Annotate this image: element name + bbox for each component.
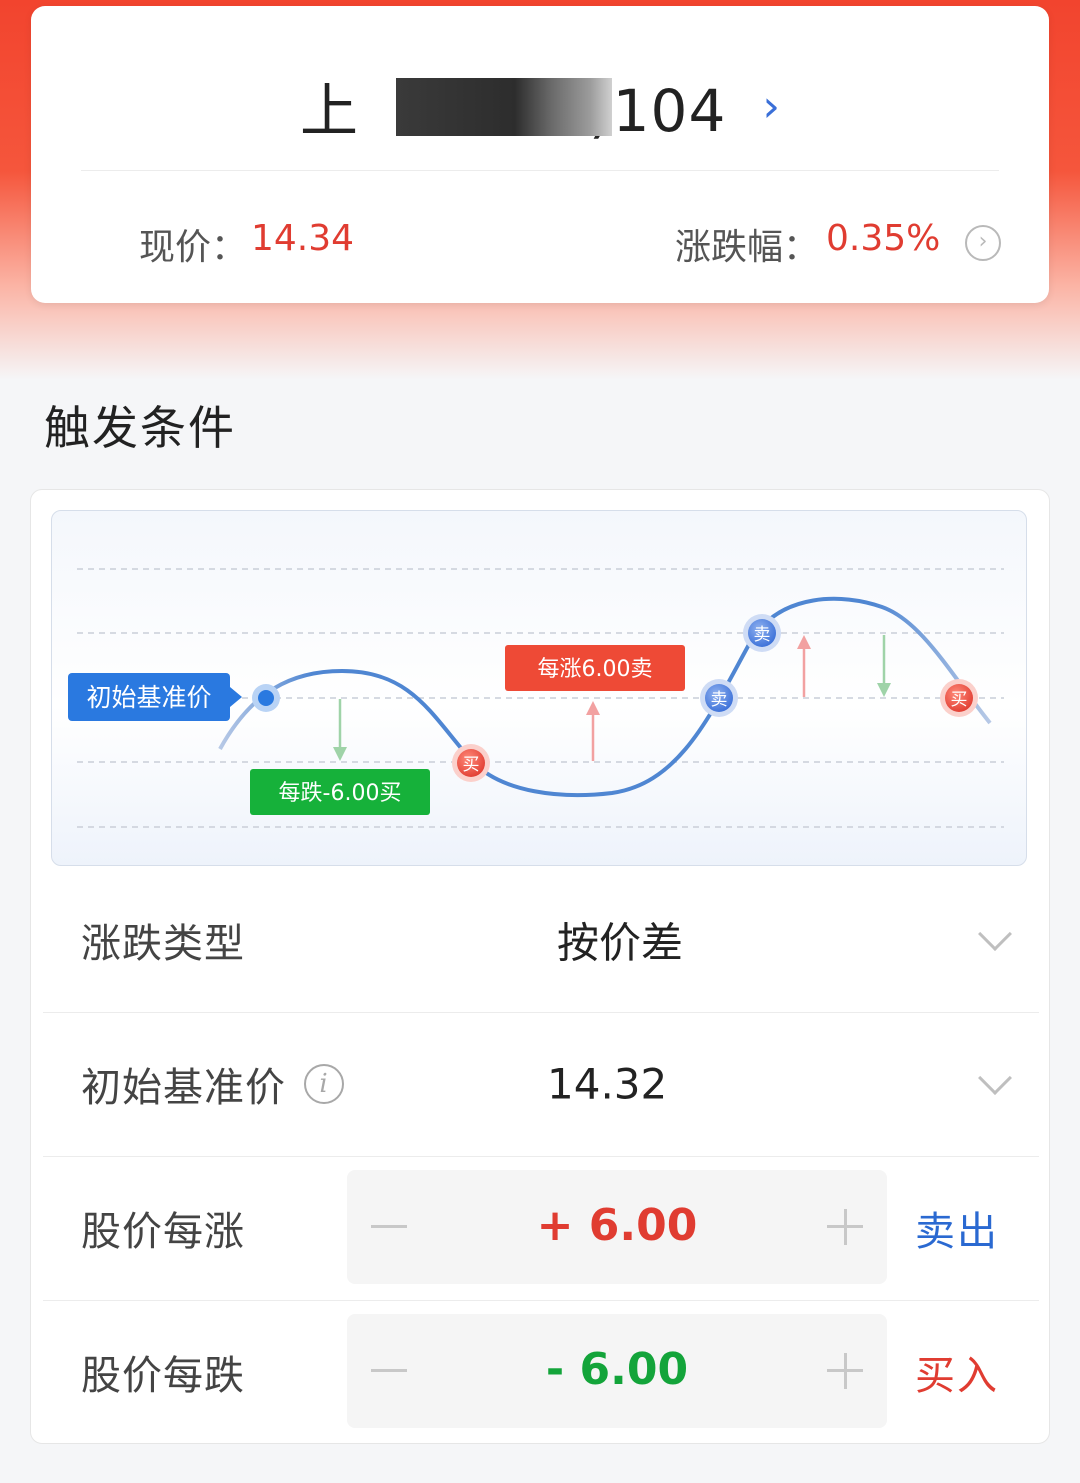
- base-price-row[interactable]: 初始基准价 i 14.32: [31, 1012, 1049, 1156]
- fall-arrow-head: [333, 747, 347, 761]
- rise-step-value[interactable]: + 6.00: [347, 1200, 887, 1251]
- fall-label-text: 每跌-6.00买: [279, 781, 402, 806]
- base-label-text: 初始基准价: [86, 683, 211, 712]
- grid-trading-diagram: 初始基准价 每涨6.00卖 每跌-6.00买 买 卖 卖 买: [51, 510, 1027, 866]
- price-row: 现价： 14.34 涨跌幅： 0.35% ›: [139, 218, 1009, 272]
- rise-arrow-head: [797, 635, 811, 649]
- base-price-label: 初始基准价: [81, 1065, 286, 1111]
- chevron-down-icon[interactable]: [978, 1061, 1012, 1095]
- current-price-value: 14.34: [251, 218, 355, 259]
- current-price-label: 现价：: [139, 227, 248, 268]
- chevron-right-icon[interactable]: ›: [762, 81, 780, 132]
- rise-step-stepper[interactable]: + 6.00: [347, 1170, 887, 1284]
- price-curve: [218, 596, 992, 798]
- stock-card[interactable]: 上)104 › 现价： 14.34 涨跌幅： 0.35% ›: [31, 6, 1049, 303]
- rise-arrow-head: [586, 701, 600, 715]
- base-label-pointer: [230, 687, 242, 707]
- info-icon[interactable]: i: [304, 1064, 344, 1104]
- plus-icon-stem[interactable]: [844, 1209, 847, 1245]
- base-point: [258, 690, 274, 706]
- plus-icon-stem[interactable]: [844, 1353, 847, 1389]
- change-label: 涨跌幅：: [675, 227, 820, 268]
- stock-name-row[interactable]: 上)104 ›: [31, 66, 1049, 146]
- circle-chevron-right-icon[interactable]: ›: [965, 225, 1001, 261]
- section-title: 触发条件: [44, 401, 236, 455]
- buy-marker-text: 买: [951, 690, 968, 710]
- change-type-value[interactable]: 按价差: [557, 910, 683, 971]
- sell-marker-text: 卖: [754, 625, 771, 645]
- diagram-svg: 初始基准价 每涨6.00卖 每跌-6.00买 买 卖 卖 买: [68, 568, 1004, 828]
- chevron-down-icon[interactable]: [978, 917, 1012, 951]
- fall-step-row: 股价每跌 - 6.00 买入: [31, 1300, 1049, 1444]
- sell-marker-text: 卖: [711, 690, 728, 710]
- change-type-row[interactable]: 涨跌类型 按价差: [31, 868, 1049, 1012]
- sell-action-label: 卖出: [915, 1209, 999, 1255]
- card-divider: [81, 170, 999, 171]
- base-price-label-group: 初始基准价 i: [81, 1055, 344, 1113]
- buy-action-label: 买入: [915, 1353, 999, 1399]
- stock-name: 上)104: [300, 64, 726, 148]
- rise-step-label: 股价每涨: [81, 1209, 245, 1255]
- base-price-value[interactable]: 14.32: [547, 1060, 667, 1109]
- fall-arrow-head: [877, 683, 891, 697]
- fall-step-stepper[interactable]: - 6.00: [347, 1314, 887, 1428]
- change-value: 0.35%: [826, 218, 941, 259]
- fall-step-label: 股价每跌: [81, 1353, 245, 1399]
- buy-marker-text: 买: [463, 755, 480, 775]
- redaction-block: [396, 78, 613, 136]
- rise-label-text: 每涨6.00卖: [538, 657, 653, 682]
- change-type-label: 涨跌类型: [81, 921, 245, 967]
- rise-step-row: 股价每涨 + 6.00 卖出: [31, 1156, 1049, 1300]
- fall-step-value[interactable]: - 6.00: [347, 1344, 887, 1395]
- trigger-condition-card: 初始基准价 每涨6.00卖 每跌-6.00买 买 卖 卖 买 涨跌类型 按价差 …: [30, 489, 1050, 1444]
- stock-name-prefix: 上: [300, 77, 360, 145]
